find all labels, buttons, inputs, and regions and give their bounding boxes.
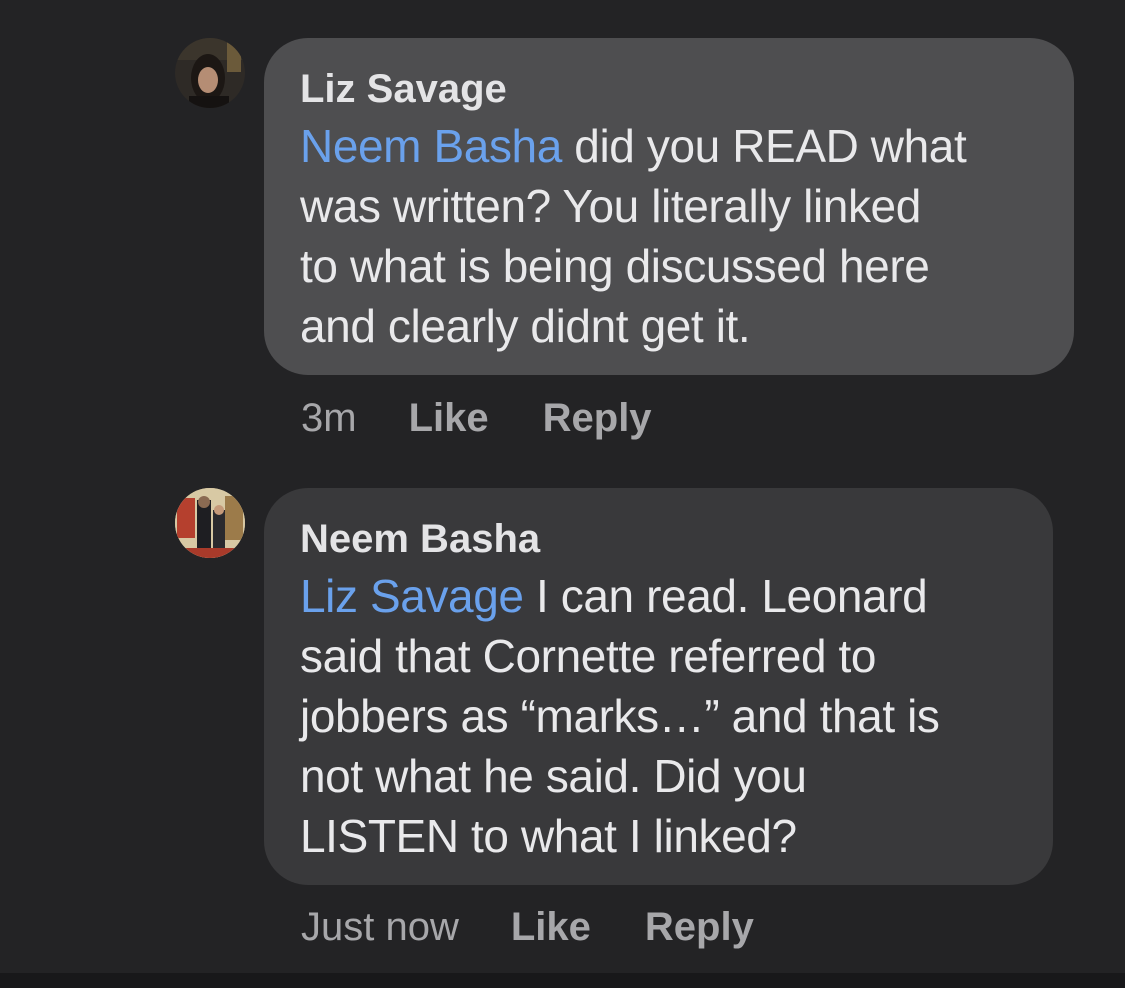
comment-text-line: said that Cornette referred to <box>300 630 877 682</box>
comment-text-line: and clearly didnt get it. <box>300 300 751 352</box>
mention-link[interactable]: Neem Basha <box>300 120 562 172</box>
bottom-divider <box>0 973 1125 988</box>
comment-text-line: not what he said. Did you <box>300 750 807 802</box>
comment-timestamp: Just now <box>301 905 459 949</box>
comment-meta: 3m Like Reply <box>301 396 706 441</box>
comment-author[interactable]: Neem Basha <box>300 518 1017 560</box>
comment-text: Neem Basha did you READ what was written… <box>300 116 1038 356</box>
comment-text-line: was written? You literally linked <box>300 180 921 232</box>
comment-text-line: to what is being discussed here <box>300 240 930 292</box>
like-button[interactable]: Like <box>511 905 591 950</box>
comment-thread: Liz Savage Neem Basha did you READ what … <box>0 0 1125 988</box>
comment-author[interactable]: Liz Savage <box>300 68 1038 110</box>
comment-bubble: Neem Basha Liz Savage I can read. Leonar… <box>264 488 1053 885</box>
comment-meta: Just now Like Reply <box>301 905 808 950</box>
comment-text: Liz Savage I can read. Leonard said that… <box>300 566 1017 866</box>
avatar-photo <box>175 488 245 558</box>
comment-text-line: I can read. Leonard <box>523 570 928 622</box>
comment-timestamp: 3m <box>301 396 357 440</box>
avatar-liz-savage[interactable] <box>175 38 245 108</box>
comment-text-line: LISTEN to what I linked? <box>300 810 797 862</box>
like-button[interactable]: Like <box>409 396 489 441</box>
avatar-neem-basha[interactable] <box>175 488 245 558</box>
reply-button[interactable]: Reply <box>543 396 652 441</box>
reply-button[interactable]: Reply <box>645 905 754 950</box>
comment-text-line: did you READ what <box>561 120 967 172</box>
comment-bubble: Liz Savage Neem Basha did you READ what … <box>264 38 1074 375</box>
comment-text-line: jobbers as “marks…” and that is <box>300 690 940 742</box>
mention-link[interactable]: Liz Savage <box>300 570 524 622</box>
avatar-photo <box>175 38 245 108</box>
